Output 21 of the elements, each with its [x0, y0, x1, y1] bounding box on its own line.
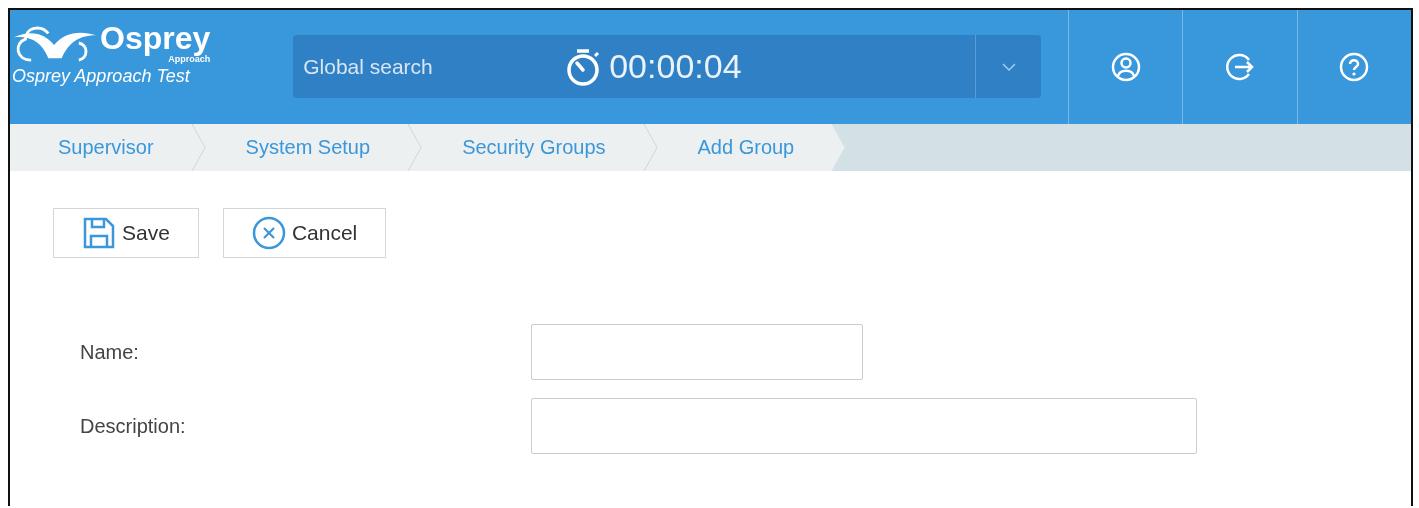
cancel-icon [251, 216, 286, 250]
stopwatch-icon [565, 46, 602, 87]
breadcrumb-item[interactable]: System Setup [205, 124, 407, 171]
logo-subtext: Approach [168, 54, 211, 64]
breadcrumb-item[interactable]: Security Groups [422, 124, 642, 171]
caret-icon [1001, 62, 1016, 71]
field-label: Description: [79, 414, 187, 438]
help-icon [1339, 52, 1370, 82]
search-field[interactable]: Global search [301, 53, 566, 80]
input-field[interactable] [531, 398, 1197, 454]
breadcrumb-item[interactable]: Supervisor [10, 124, 190, 171]
timer-display: 00:00:04 [609, 47, 742, 86]
site-subtitle: Osprey Approach Test [12, 66, 192, 87]
input-field[interactable] [531, 324, 863, 380]
toolbar-button[interactable]: Cancel [222, 208, 387, 258]
field-label: Name: [79, 340, 140, 364]
user-icon [1110, 52, 1141, 82]
logout-icon [1225, 52, 1256, 82]
logo-text: Osprey [100, 22, 211, 54]
toolbar-button[interactable]: Save [53, 208, 199, 258]
save-icon [82, 216, 116, 250]
